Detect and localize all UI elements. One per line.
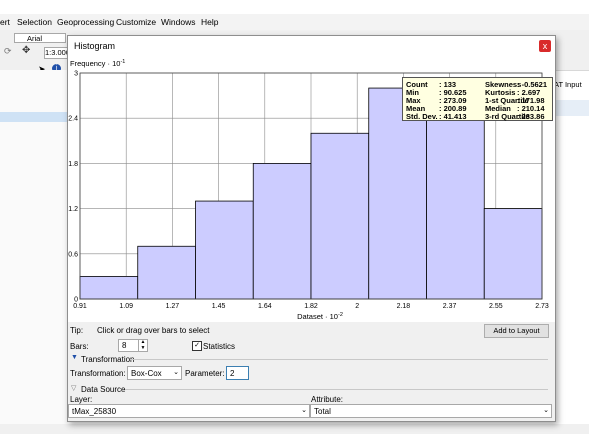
x-tick-label: 2 <box>355 303 359 310</box>
close-button[interactable]: x <box>539 40 551 52</box>
transformation-section-label[interactable]: Transformation <box>81 355 135 364</box>
chevron-down-icon: ⌄ <box>173 369 179 376</box>
collapse-arrow-icon[interactable]: ▼ <box>71 354 78 361</box>
bars-label: Bars: <box>70 342 89 351</box>
status-bar <box>0 424 589 434</box>
bars-stepper[interactable]: 8 ▲ ▼ <box>118 339 148 352</box>
y-tick-label: 0 <box>74 297 78 304</box>
x-axis-label: Dataset · 10-2 <box>297 312 343 321</box>
layer-value: tMax_25830 <box>72 407 117 416</box>
attribute-value: Total <box>314 407 331 416</box>
pan-icon[interactable]: ✥ <box>22 45 30 56</box>
x-tick-label: 2.55 <box>489 303 503 310</box>
histogram-bar <box>79 275 139 300</box>
statistics-checkbox[interactable]: ✓ <box>192 341 202 351</box>
stat-std-value: : 41.413 <box>439 112 467 121</box>
dialog-titlebar[interactable]: Histogram x <box>68 36 555 56</box>
x-tick-label: 1.09 <box>119 303 133 310</box>
histogram-chart[interactable]: 0.91 1.09 1.27 1.45 1.64 1.82 2 2.18 2.37 2.55 2.7… <box>68 56 555 322</box>
stat-std-label: Std. Dev. <box>406 112 438 121</box>
x-tick-label: 1.27 <box>166 303 180 310</box>
datasource-divider <box>125 389 548 390</box>
transformation-divider <box>130 359 548 360</box>
collapse-arrow-icon[interactable]: ▽ <box>71 384 76 392</box>
at-input-dropdown[interactable]: AT Input <box>554 80 582 89</box>
histogram-bar <box>252 163 312 300</box>
y-axis-label: Frequency · 10-1 <box>70 59 125 68</box>
datasource-section-label[interactable]: Data Source <box>81 385 125 394</box>
parameter-input[interactable]: 2 <box>226 366 249 380</box>
layer-dropdown[interactable]: tMax_25830 ⌄ <box>68 404 310 418</box>
chevron-down-icon: ⌄ <box>543 407 549 414</box>
stat-q3-value: : 233.86 <box>517 112 545 121</box>
y-tick-label: 1.2 <box>68 206 78 213</box>
menu-geoprocessing[interactable]: Geoprocessing <box>57 17 114 27</box>
x-tick-label: 0.91 <box>73 303 87 310</box>
tip-text: Click or drag over bars to select <box>97 326 210 335</box>
dialog-title: Histogram <box>74 41 116 51</box>
histogram-bar <box>195 200 254 300</box>
x-tick-label: 1.82 <box>304 303 318 310</box>
font-name-dropdown[interactable]: Arial <box>14 33 66 43</box>
y-tick-label: 2.4 <box>68 116 78 123</box>
menu-windows[interactable]: Windows <box>161 17 195 27</box>
right-toolbar-strip <box>552 100 589 116</box>
histogram-bar <box>483 208 543 300</box>
chevron-down-icon: ⌄ <box>301 407 307 414</box>
menu-selection[interactable]: Selection <box>17 17 52 27</box>
add-to-layout-button[interactable]: Add to Layout <box>484 324 549 338</box>
menu-insert[interactable]: ert <box>0 17 10 27</box>
statistics-label: Statistics <box>203 342 236 351</box>
stepper-arrows-icon[interactable]: ▲ ▼ <box>138 339 147 351</box>
menu-help[interactable]: Help <box>201 17 218 27</box>
y-tick-label: 0.6 <box>68 251 78 258</box>
tip-label: Tip: <box>70 326 84 335</box>
x-tick-label: 2.18 <box>397 303 411 310</box>
y-tick-label: 1.8 <box>68 161 78 168</box>
histogram-dialog: Histogram x 0.91 1.09 1.27 1.45 1.64 1.82 2 2.1… <box>67 35 556 422</box>
parameter-value: 2 <box>230 369 235 378</box>
transformation-dropdown[interactable]: Box-Cox ⌄ <box>127 366 182 380</box>
close-icon: x <box>542 41 548 51</box>
bars-value: 8 <box>122 341 127 350</box>
refresh-icon[interactable]: ⟳ <box>4 46 12 57</box>
histogram-bar <box>310 132 370 300</box>
parameter-label: Parameter: <box>185 369 225 378</box>
attribute-dropdown[interactable]: Total ⌄ <box>310 404 552 418</box>
x-tick-label: 2.73 <box>535 303 549 310</box>
font-name-value: Arial <box>27 34 43 43</box>
x-tick-label: 1.64 <box>258 303 272 310</box>
x-tick-label: 1.45 <box>212 303 226 310</box>
toc-selected-row <box>0 112 68 122</box>
layer-label: Layer: <box>70 395 93 404</box>
statistics-box: Count: 133 Skewness: -0.5621 Min: 90.625 K… <box>402 77 553 121</box>
histogram-bar <box>137 245 196 300</box>
attribute-label: Attribute: <box>311 395 344 404</box>
y-tick-label: 3 <box>74 71 78 78</box>
menu-customize[interactable]: Customize <box>116 17 156 27</box>
transformation-value: Box-Cox <box>131 369 162 378</box>
table-of-contents-panel <box>0 70 68 434</box>
x-tick-label: 2.37 <box>443 303 457 310</box>
transformation-label: Transformation: <box>70 369 126 378</box>
add-to-layout-label: Add to Layout <box>493 326 540 335</box>
